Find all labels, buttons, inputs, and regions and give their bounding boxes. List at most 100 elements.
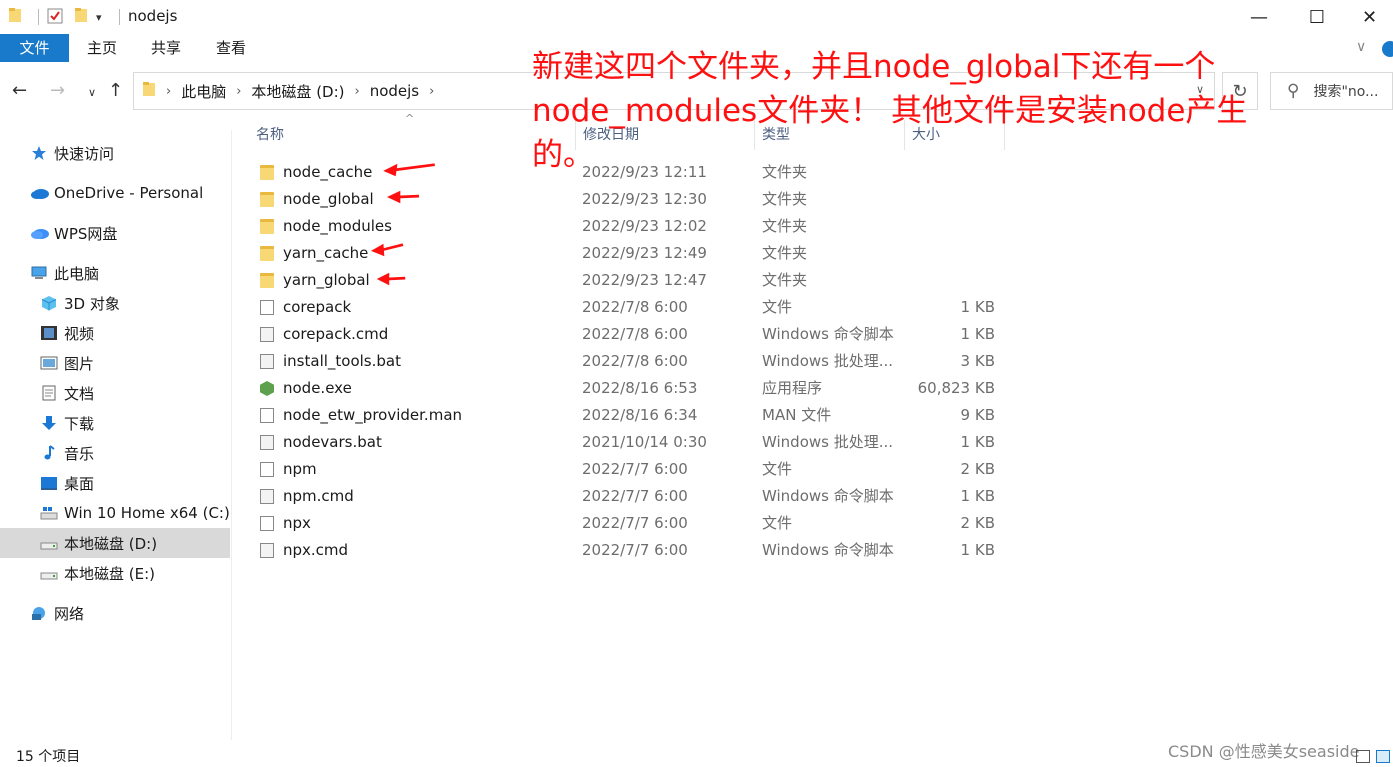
file-icon	[260, 462, 274, 477]
file-size: 2 KB	[960, 514, 995, 532]
document-icon	[40, 385, 58, 401]
annotation-arrow-icon	[376, 272, 406, 286]
table-row[interactable]: yarn_global 2022/9/23 12:47 文件夹	[240, 267, 1010, 294]
file-name: node_cache	[283, 163, 373, 181]
file-date: 2022/7/7 6:00	[582, 514, 688, 532]
sidebar-item-label: 文档	[64, 384, 95, 403]
breadcrumb-drive-d[interactable]: 本地磁盘 (D:)	[251, 81, 344, 102]
new-folder-icon[interactable]	[74, 7, 88, 23]
video-icon	[40, 325, 58, 341]
search-input[interactable]: ⚲ 搜索"no...	[1270, 72, 1393, 110]
file-date: 2022/9/23 12:30	[582, 190, 707, 208]
tab-view[interactable]: 查看	[207, 34, 255, 62]
file-name: npx.cmd	[283, 541, 349, 559]
expand-ribbon-chevron-icon[interactable]: ∨	[1356, 39, 1366, 55]
file-date: 2022/7/8 6:00	[582, 325, 688, 343]
file-type: 文件夹	[762, 244, 808, 262]
node-exe-icon	[260, 381, 274, 396]
toolbar-separator	[119, 9, 120, 25]
annotation-arrow-icon	[387, 190, 420, 204]
details-view-button[interactable]	[1356, 750, 1370, 763]
table-row[interactable]: corepack.cmd 2022/7/8 6:00 Windows 命令脚本 …	[240, 321, 1010, 348]
forward-arrow-icon[interactable]: →	[50, 80, 65, 101]
sidebar-item-label: 下载	[64, 414, 95, 433]
table-row[interactable]: node_global 2022/9/23 12:30 文件夹	[240, 186, 1010, 213]
breadcrumb-separator-icon[interactable]: ›	[166, 84, 171, 99]
sidebar-item-label: Win 10 Home x64 (C:)	[64, 504, 230, 522]
breadcrumb-nodejs[interactable]: nodejs	[370, 82, 419, 100]
sidebar-item-wps[interactable]: WPS网盘	[30, 218, 260, 248]
properties-check-icon[interactable]	[46, 7, 64, 25]
sidebar-item-downloads[interactable]: 下载	[40, 408, 270, 438]
sort-ascending-icon: ^	[405, 112, 415, 125]
drive-icon	[40, 565, 58, 581]
folder-icon	[260, 219, 274, 234]
folder-icon	[260, 273, 274, 288]
sidebar-item-desktop[interactable]: 桌面	[40, 468, 270, 498]
sidebar-item-3d-objects[interactable]: 3D 对象	[40, 288, 270, 318]
table-row[interactable]: node.exe 2022/8/16 6:53 应用程序 60,823 KB	[240, 375, 1010, 402]
file-date: 2022/7/7 6:00	[582, 541, 688, 559]
file-size: 60,823 KB	[917, 379, 995, 397]
table-row[interactable]: npm 2022/7/7 6:00 文件 2 KB	[240, 456, 1010, 483]
file-size: 1 KB	[960, 298, 995, 316]
wps-cloud-icon	[30, 225, 49, 241]
script-icon	[260, 354, 274, 369]
title-bar: ▾ nodejs — ☐ ✕	[0, 0, 1393, 34]
sidebar-item-this-pc[interactable]: 此电脑	[30, 258, 260, 288]
sidebar-item-music[interactable]: 音乐	[40, 438, 270, 468]
table-row[interactable]: yarn_cache 2022/9/23 12:49 文件夹	[240, 240, 1010, 267]
breadcrumb-separator-icon[interactable]: ›	[355, 84, 360, 99]
customize-toolbar-chevron-icon[interactable]: ▾	[96, 11, 102, 24]
sidebar-item-documents[interactable]: 文档	[40, 378, 270, 408]
breadcrumb-separator-icon[interactable]: ›	[429, 84, 434, 99]
file-name: yarn_global	[283, 271, 370, 289]
sidebar-item-drive-c[interactable]: Win 10 Home x64 (C:)	[40, 498, 270, 528]
column-header-name[interactable]: 名称	[256, 120, 284, 150]
table-row[interactable]: npm.cmd 2022/7/7 6:00 Windows 命令脚本 1 KB	[240, 483, 1010, 510]
file-name: yarn_cache	[283, 244, 369, 262]
table-row[interactable]: corepack 2022/7/8 6:00 文件 1 KB	[240, 294, 1010, 321]
sidebar-item-quick-access[interactable]: 快速访问	[30, 138, 260, 168]
help-icon[interactable]	[1382, 41, 1393, 57]
sidebar-item-network[interactable]: 网络	[30, 598, 260, 628]
navigation-pane: 快速访问 OneDrive - Personal WPS网盘 此电脑 3D 对象…	[0, 130, 232, 740]
recent-locations-chevron-icon[interactable]: ∨	[88, 86, 96, 99]
table-row[interactable]: npx.cmd 2022/7/7 6:00 Windows 命令脚本 1 KB	[240, 537, 1010, 564]
file-name: npm	[283, 460, 317, 478]
up-arrow-icon[interactable]: ↑	[108, 80, 123, 101]
file-type: 应用程序	[762, 379, 823, 397]
minimize-button[interactable]: —	[1230, 0, 1288, 34]
breadcrumb-this-pc[interactable]: 此电脑	[181, 81, 226, 102]
drive-icon	[40, 535, 58, 551]
search-icon: ⚲	[1287, 81, 1300, 101]
script-icon	[260, 543, 274, 558]
sidebar-item-label: 音乐	[64, 444, 95, 463]
close-button[interactable]: ✕	[1346, 0, 1393, 34]
large-icons-view-button[interactable]	[1376, 750, 1390, 763]
table-row[interactable]: nodevars.bat 2021/10/14 0:30 Windows 批处理…	[240, 429, 1010, 456]
table-row[interactable]: node_etw_provider.man 2022/8/16 6:34 MAN…	[240, 402, 1010, 429]
file-name: node_global	[283, 190, 374, 208]
sidebar-item-pictures[interactable]: 图片	[40, 348, 270, 378]
file-type: 文件夹	[762, 271, 808, 289]
breadcrumb-separator-icon[interactable]: ›	[236, 84, 241, 99]
status-item-count: 15 个项目	[16, 749, 81, 765]
sidebar-item-drive-d[interactable]: 本地磁盘 (D:)	[0, 528, 230, 558]
file-size: 1 KB	[960, 487, 995, 505]
file-icon	[260, 408, 274, 423]
tab-share[interactable]: 共享	[142, 34, 190, 62]
table-row[interactable]: node_modules 2022/9/23 12:02 文件夹	[240, 213, 1010, 240]
maximize-button[interactable]: ☐	[1288, 0, 1346, 34]
sidebar-item-videos[interactable]: 视频	[40, 318, 270, 348]
table-row[interactable]: install_tools.bat 2022/7/8 6:00 Windows …	[240, 348, 1010, 375]
file-size: 3 KB	[960, 352, 995, 370]
file-date: 2022/9/23 12:47	[582, 271, 707, 289]
sidebar-item-label: 视频	[64, 324, 95, 343]
back-arrow-icon[interactable]: ←	[12, 80, 27, 101]
tab-file[interactable]: 文件	[0, 34, 69, 62]
table-row[interactable]: npx 2022/7/7 6:00 文件 2 KB	[240, 510, 1010, 537]
tab-home[interactable]: 主页	[78, 34, 126, 62]
sidebar-item-onedrive[interactable]: OneDrive - Personal	[30, 178, 260, 208]
sidebar-item-drive-e[interactable]: 本地磁盘 (E:)	[40, 558, 270, 588]
